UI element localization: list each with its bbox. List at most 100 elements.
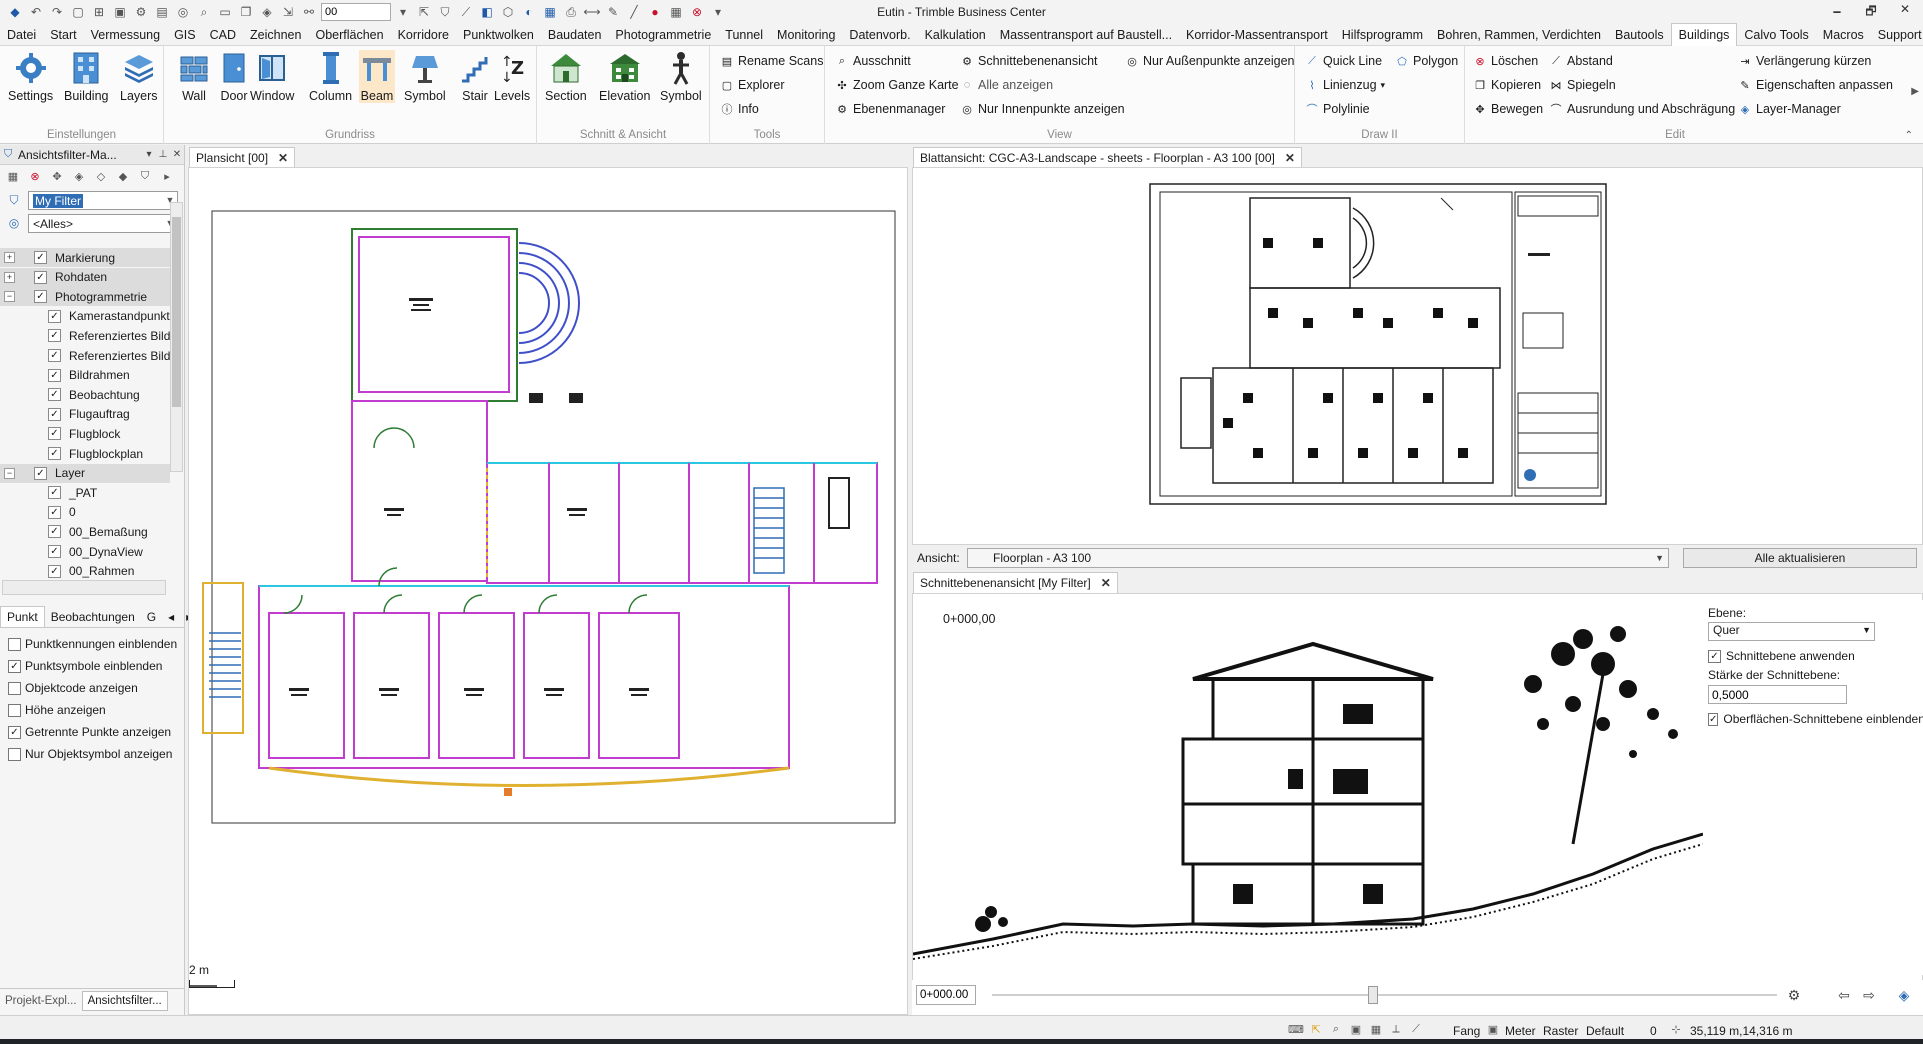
tree-group[interactable]: − ✓ Layer <box>0 463 170 483</box>
loeschen-button[interactable]: ⊗ Löschen <box>1473 54 1538 68</box>
pen-icon[interactable]: ✎ <box>604 3 622 21</box>
tree-item[interactable]: ✓ 00_DynaView <box>0 542 170 561</box>
alle-anzeigen-button[interactable]: ◌ Alle anzeigen <box>960 78 1053 92</box>
binoculars-icon[interactable]: ◎ <box>174 3 192 21</box>
option-checkbox[interactable] <box>8 681 21 695</box>
tree-item[interactable]: ✓ Flugauftrag <box>0 405 170 424</box>
station-input[interactable] <box>916 985 976 1005</box>
tab-scroll-left-icon[interactable]: ◂ <box>162 607 180 627</box>
linienzug-button[interactable]: ⌇ Linienzug ▾ <box>1305 78 1385 92</box>
tree-item[interactable]: ✓ Bildrahmen <box>0 366 170 385</box>
tree-group[interactable]: + ✓ Rohdaten <box>0 267 170 287</box>
rename-scans-button[interactable]: ▤ Rename Scans <box>720 54 824 68</box>
symbol-person-button[interactable]: Symbol <box>660 50 702 103</box>
tree-checkbox[interactable]: ✓ <box>48 525 61 539</box>
scope-select[interactable]: <Alles> ▼ <box>28 214 178 233</box>
layer-blue-icon[interactable]: ◧ <box>478 3 496 21</box>
units-label[interactable]: Meter <box>1505 1024 1536 1038</box>
option-checkbox[interactable]: ✓ <box>8 725 21 739</box>
station-slider-thumb[interactable] <box>1368 986 1378 1004</box>
close-icon[interactable]: ✕ <box>1895 2 1915 23</box>
panel-menu-icon[interactable]: ▾ <box>142 149 156 160</box>
ausrundung-button[interactable]: ⌒ Ausrundung und Abschrägung <box>1549 102 1736 116</box>
keyboard-icon[interactable]: ⌨ <box>1288 1021 1304 1037</box>
cube-icon[interactable]: ◈ <box>258 3 276 21</box>
eigenschaften-button[interactable]: ✎ Eigenschaften anpassen <box>1738 78 1893 92</box>
tree-item[interactable]: ✓ Referenziertes Bild <box>0 346 170 365</box>
menu-item-6[interactable]: Oberflächen <box>308 24 390 46</box>
layer-combo[interactable] <box>321 3 391 21</box>
tree-checkbox[interactable]: ✓ <box>48 427 61 441</box>
point-option[interactable]: Höhe anzeigen <box>8 699 177 721</box>
menu-item-9[interactable]: Baudaten <box>541 24 609 46</box>
tree-checkbox[interactable]: ✓ <box>34 466 47 480</box>
expander-icon[interactable]: − <box>4 467 15 479</box>
link-icon[interactable]: ⚯ <box>300 3 318 21</box>
zoom-ganze-karte-button[interactable]: ✣ Zoom Ganze Karte <box>835 78 958 92</box>
quick-line-button[interactable]: ⟋ Quick Line <box>1305 54 1382 68</box>
bewegen-button[interactable]: ✥ Bewegen <box>1473 102 1543 116</box>
open-icon[interactable]: ⊞ <box>90 3 108 21</box>
point-option[interactable]: Nur Objektsymbol anzeigen <box>8 743 177 765</box>
apply-section-check[interactable]: ✓ <box>1708 649 1721 663</box>
undo-icon[interactable]: ↶ <box>27 3 45 21</box>
thickness-input[interactable] <box>1708 685 1847 704</box>
customize-arrow-icon[interactable]: ▾ <box>709 3 727 21</box>
settings-button[interactable]: Settings <box>8 50 53 103</box>
tree-item[interactable]: ✓ Flugblockplan <box>0 444 170 463</box>
menu-item-20[interactable]: Buildings <box>1670 23 1738 46</box>
close-icon[interactable]: ✕ <box>170 149 184 160</box>
wall-button[interactable]: Wall <box>176 50 212 103</box>
globe-icon[interactable]: ◐ <box>520 3 538 21</box>
snap-select-icon[interactable]: ⇱ <box>1308 1021 1324 1037</box>
abstand-button[interactable]: ⟋ Abstand <box>1549 54 1613 68</box>
elevation-button[interactable]: Elevation <box>599 50 650 103</box>
tree-group[interactable]: + ✓ Markierung <box>0 248 170 267</box>
tree-checkbox[interactable]: ✓ <box>48 309 61 323</box>
toolbar-more-icon[interactable]: ▸ <box>158 167 176 185</box>
door-button[interactable]: Door <box>216 50 252 103</box>
layers-button[interactable]: Layers <box>120 50 158 103</box>
ebenenmanager-button[interactable]: ⚙ Ebenenmanager <box>835 102 945 116</box>
menu-item-19[interactable]: Bautools <box>1608 24 1671 46</box>
tree-item[interactable]: ✓ 0 <box>0 503 170 522</box>
tab-view-filter[interactable]: Ansichtsfilter... <box>81 990 168 1011</box>
point-option[interactable]: Objektcode anzeigen <box>8 677 177 699</box>
new-file-icon[interactable]: ▢ <box>69 3 87 21</box>
tree-item[interactable]: ✓ 00_Bemaßung <box>0 522 170 541</box>
menu-item-4[interactable]: CAD <box>203 24 243 46</box>
line-icon[interactable]: ╱ <box>625 3 643 21</box>
redo-icon[interactable]: ↷ <box>48 3 66 21</box>
beam-button[interactable]: Beam <box>359 50 395 103</box>
info-button[interactable]: ⓘ Info <box>720 102 759 116</box>
ribbon-collapse-icon[interactable]: ⌃ <box>1905 130 1913 141</box>
plan-view-canvas[interactable]: 2 m <box>172 167 908 1015</box>
menu-item-16[interactable]: Korridor-Massentransport <box>1179 24 1335 46</box>
layer-off-icon[interactable]: ◇ <box>92 167 110 185</box>
restore-icon[interactable]: 🗗 <box>1861 2 1881 23</box>
ribbon-scroll-right-icon[interactable]: ▶ <box>1911 86 1919 97</box>
ansicht-select[interactable]: Floorplan - A3 100 ▼ <box>967 548 1669 568</box>
measure-icon[interactable]: ⟋ <box>1408 1021 1424 1037</box>
tree-horizontal-scrollbar[interactable] <box>2 580 166 595</box>
layer-manager-button[interactable]: ◈ Layer-Manager <box>1738 102 1841 116</box>
menu-item-14[interactable]: Kalkulation <box>918 24 993 46</box>
layers-stack-icon[interactable]: ◈ <box>70 167 88 185</box>
scrollbar-thumb[interactable] <box>172 217 181 407</box>
close-icon[interactable]: ✕ <box>1285 151 1295 165</box>
menu-item-3[interactable]: GIS <box>167 24 203 46</box>
menu-item-18[interactable]: Bohren, Rammen, Verdichten <box>1430 24 1608 46</box>
previous-station-icon[interactable]: ⇦ <box>1832 984 1856 1006</box>
frame-icon[interactable]: ▭ <box>216 3 234 21</box>
apply-section-checkbox[interactable]: ✓ Schnittebene anwenden <box>1708 649 1923 663</box>
menu-item-23[interactable]: Support <box>1871 24 1923 46</box>
station-settings-gear-icon[interactable]: ⚙ <box>1782 984 1806 1006</box>
raster-label[interactable]: Raster <box>1543 1024 1578 1038</box>
app-icon[interactable]: ◆ <box>6 3 24 21</box>
snap-magnet-icon[interactable]: ⌕ <box>1328 1021 1344 1037</box>
ruler-icon[interactable]: ⟷ <box>583 3 601 21</box>
tree-item[interactable]: ✓ _PAT <box>0 483 170 502</box>
grid-icon[interactable]: ▦ <box>667 3 685 21</box>
column-button[interactable]: Column <box>309 50 352 103</box>
filter-icon[interactable]: ⛉ <box>436 3 454 21</box>
